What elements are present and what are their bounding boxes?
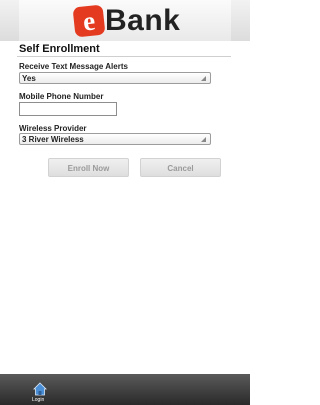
- wireless-provider-select[interactable]: 3 River Wireless: [19, 133, 211, 145]
- header-left-panel: [0, 0, 19, 41]
- cancel-button[interactable]: Cancel: [140, 158, 221, 177]
- text-alerts-label: Receive Text Message Alerts: [19, 62, 128, 71]
- app-header: e Bank: [0, 0, 250, 41]
- page-title: Self Enrollment: [19, 43, 100, 55]
- wireless-provider-label: Wireless Provider: [19, 124, 87, 133]
- login-nav-label[interactable]: Login: [32, 397, 44, 403]
- ebank-logo: e Bank: [72, 4, 181, 38]
- dropdown-arrow-icon: [201, 76, 206, 81]
- enroll-now-button[interactable]: Enroll Now: [48, 158, 129, 177]
- text-alerts-select[interactable]: Yes: [19, 72, 211, 84]
- mobile-phone-input[interactable]: [19, 102, 117, 116]
- header-right-panel: [231, 0, 250, 41]
- logo-bank-text: Bank: [105, 4, 181, 37]
- logo-e-badge: e: [72, 4, 106, 38]
- title-divider: [17, 56, 231, 57]
- dropdown-arrow-icon: [201, 137, 206, 142]
- text-alerts-value: Yes: [22, 74, 36, 83]
- mobile-phone-label: Mobile Phone Number: [19, 92, 104, 101]
- wireless-provider-value: 3 River Wireless: [22, 135, 84, 144]
- home-icon[interactable]: [33, 382, 47, 396]
